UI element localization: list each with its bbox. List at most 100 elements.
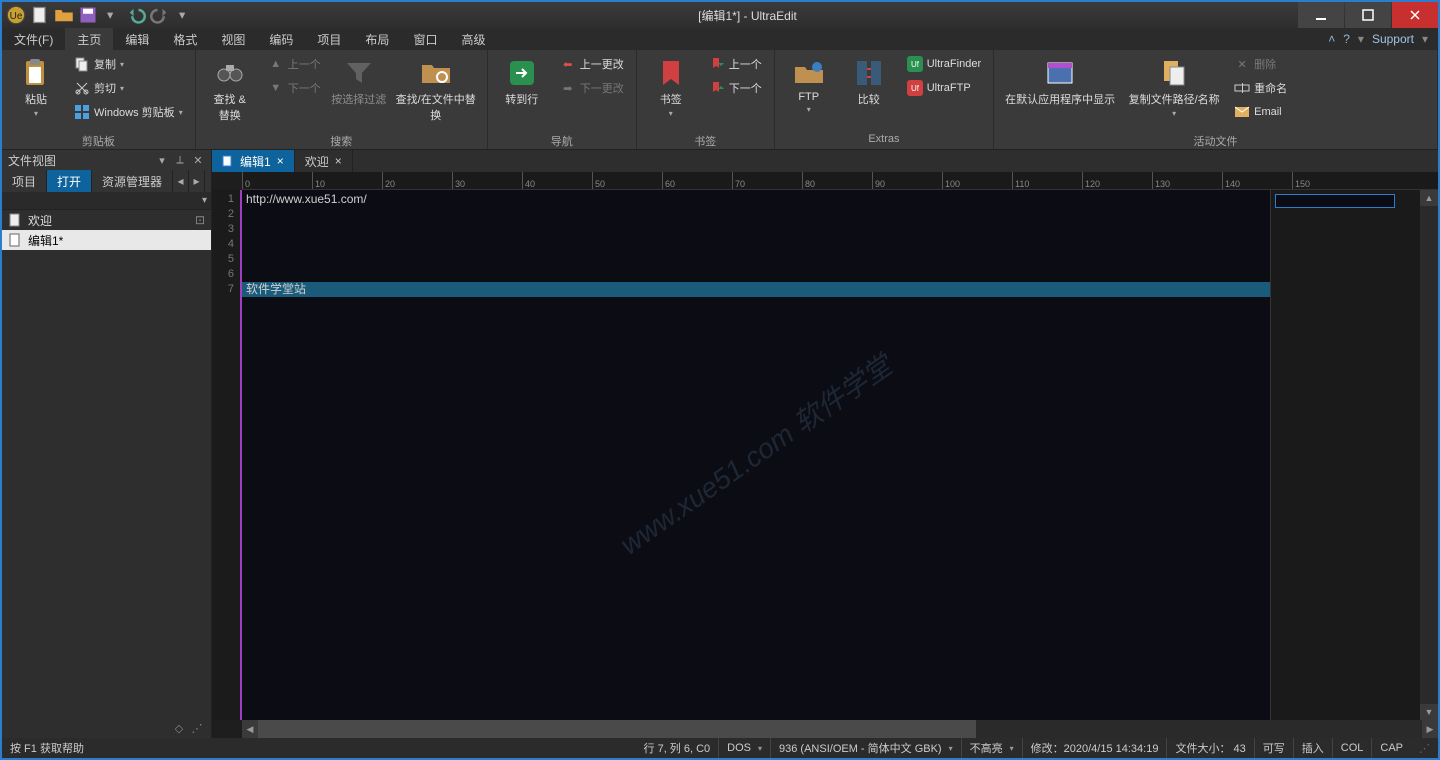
- app-icon[interactable]: Ue: [6, 5, 26, 25]
- status-highlight[interactable]: 不高亮: [962, 738, 1023, 758]
- maximize-button[interactable]: [1345, 2, 1391, 28]
- horizontal-scrollbar[interactable]: ◀ ▶: [242, 720, 1438, 738]
- find-next-button[interactable]: ▼下一个: [262, 77, 327, 99]
- support-link[interactable]: Support: [1372, 32, 1414, 46]
- status-cap[interactable]: CAP: [1372, 738, 1411, 758]
- uf-icon: Uf: [907, 56, 923, 72]
- menu-layout[interactable]: 布局: [353, 28, 401, 50]
- list-item[interactable]: 欢迎 ⊡: [2, 210, 211, 230]
- menu-home[interactable]: 主页: [65, 28, 113, 50]
- cut-button[interactable]: 剪切 ▾: [68, 77, 189, 99]
- arrow-up-icon: ▲: [268, 56, 284, 72]
- status-col[interactable]: COL: [1333, 738, 1373, 758]
- menu-edit[interactable]: 编辑: [113, 28, 161, 50]
- tab-project[interactable]: 项目: [2, 170, 47, 192]
- qat-more-icon[interactable]: ▾: [174, 5, 194, 25]
- list-item[interactable]: 编辑1*: [2, 230, 211, 250]
- copy-button[interactable]: 复制 ▾: [68, 53, 189, 75]
- tab-scroll-right[interactable]: ▸: [189, 170, 205, 192]
- menu-advanced[interactable]: 高级: [449, 28, 497, 50]
- close-button[interactable]: [1392, 2, 1438, 28]
- paste-button[interactable]: 粘贴 ▾: [8, 53, 64, 118]
- panel-close-icon[interactable]: ✕: [191, 153, 205, 167]
- scroll-thumb[interactable]: [258, 720, 976, 738]
- tab-close-icon[interactable]: ×: [335, 154, 342, 168]
- new-file-icon[interactable]: [30, 5, 50, 25]
- ribbon-collapse-icon[interactable]: ˄: [1328, 32, 1335, 46]
- email-file-button[interactable]: Email: [1228, 101, 1293, 123]
- copy-path-button[interactable]: 复制文件路径/名称▾: [1124, 53, 1224, 118]
- undo-icon[interactable]: [126, 5, 146, 25]
- quick-access-toolbar: Ue ▾ ▾: [2, 5, 198, 25]
- bookmark-down-icon: [709, 80, 725, 96]
- last-change-button[interactable]: ⬅上一更改: [554, 53, 630, 75]
- ftp-button[interactable]: FTP▾: [781, 53, 837, 114]
- item-action-icon[interactable]: ⊡: [195, 213, 205, 227]
- tab-close-icon[interactable]: ×: [277, 154, 284, 168]
- menu-view[interactable]: 视图: [209, 28, 257, 50]
- ultrafinder-button[interactable]: UfUltraFinder: [901, 53, 987, 75]
- vertical-scrollbar[interactable]: ▲ ▼: [1420, 190, 1438, 720]
- panel-pin-icon[interactable]: ⟂: [173, 153, 187, 167]
- status-encoding[interactable]: 936 (ANSI/OEM - 简体中文 GBK): [771, 738, 962, 758]
- status-grip-icon[interactable]: ⋰: [1411, 738, 1438, 758]
- document-tab[interactable]: 编辑1 ×: [212, 150, 295, 172]
- document-icon: [8, 213, 22, 227]
- window-buttons: [1297, 2, 1438, 28]
- arrow-down-icon: ▼: [268, 80, 284, 96]
- goto-line-button[interactable]: 转到行: [494, 53, 550, 107]
- help-icon[interactable]: ?: [1343, 32, 1350, 46]
- find-replace-button[interactable]: 查找 & 替换: [202, 53, 258, 123]
- panel-grip-icon[interactable]: ⋰: [189, 720, 205, 736]
- app-window-icon: [1044, 57, 1076, 89]
- scroll-left-icon[interactable]: ◀: [242, 720, 258, 738]
- bookmark-button[interactable]: 书签 ▾: [643, 53, 699, 118]
- svg-text:▾: ▾: [107, 8, 114, 22]
- open-in-default-button[interactable]: 在默认应用程序中显示: [1000, 53, 1120, 107]
- rename-icon: [1234, 80, 1250, 96]
- rename-file-button[interactable]: 重命名: [1228, 77, 1293, 99]
- compare-button[interactable]: 比较: [841, 53, 897, 107]
- menu-project[interactable]: 项目: [305, 28, 353, 50]
- delete-file-button[interactable]: ✕删除: [1228, 53, 1293, 75]
- save-icon[interactable]: [78, 5, 98, 25]
- menu-format[interactable]: 格式: [161, 28, 209, 50]
- panel-dropdown-bar[interactable]: ▾: [2, 192, 211, 210]
- ribbon-group-extras: FTP▾ 比较 UfUltraFinder UfUltraFTP Extras: [775, 50, 994, 149]
- menu-file[interactable]: 文件(F): [2, 28, 65, 50]
- scroll-down-icon[interactable]: ▼: [1420, 704, 1438, 720]
- save-dropdown-icon[interactable]: ▾: [102, 5, 122, 25]
- next-change-button[interactable]: ➡下一更改: [554, 77, 630, 99]
- delete-icon: ✕: [1234, 56, 1250, 72]
- document-tab[interactable]: 欢迎 ×: [295, 150, 353, 172]
- status-eol[interactable]: DOS: [719, 738, 771, 758]
- compare-icon: [853, 57, 885, 89]
- find-prev-button[interactable]: ▲上一个: [262, 53, 327, 75]
- bookmark-prev-button[interactable]: 上一个: [703, 53, 768, 75]
- tab-explorer[interactable]: 资源管理器: [92, 170, 173, 192]
- scroll-up-icon[interactable]: ▲: [1420, 190, 1438, 206]
- tab-scroll-left[interactable]: ◂: [173, 170, 189, 192]
- redo-icon[interactable]: [150, 5, 170, 25]
- status-readwrite[interactable]: 可写: [1255, 738, 1294, 758]
- uftp-icon: Uf: [907, 80, 923, 96]
- filter-by-selection-button[interactable]: 按选择过滤: [331, 53, 387, 107]
- bookmark-next-button[interactable]: 下一个: [703, 77, 768, 99]
- minimize-button[interactable]: [1298, 2, 1344, 28]
- code-area[interactable]: http://www.xue51.com/软件学堂站www.xue51.com …: [242, 190, 1270, 720]
- menu-encoding[interactable]: 编码: [257, 28, 305, 50]
- minimap[interactable]: [1270, 190, 1420, 720]
- menu-window[interactable]: 窗口: [401, 28, 449, 50]
- editor-area: 编辑1 × 欢迎 × 01020304050607080901001101201…: [212, 150, 1438, 738]
- tab-open[interactable]: 打开: [47, 170, 92, 192]
- find-in-files-button[interactable]: 查找/在文件中替换: [391, 53, 481, 123]
- status-insert[interactable]: 插入: [1294, 738, 1333, 758]
- ultraftp-button[interactable]: UfUltraFTP: [901, 77, 987, 99]
- ruler: 0102030405060708090100110120130140150: [242, 172, 1438, 190]
- windows-clipboard-button[interactable]: Windows 剪贴板 ▾: [68, 101, 189, 123]
- panel-menu-icon[interactable]: ◇: [171, 720, 187, 736]
- panel-dropdown-icon[interactable]: ▾: [155, 153, 169, 167]
- open-folder-icon[interactable]: [54, 5, 74, 25]
- scroll-right-icon[interactable]: ▶: [1422, 720, 1438, 738]
- arrow-right-icon: ➡: [560, 80, 576, 96]
